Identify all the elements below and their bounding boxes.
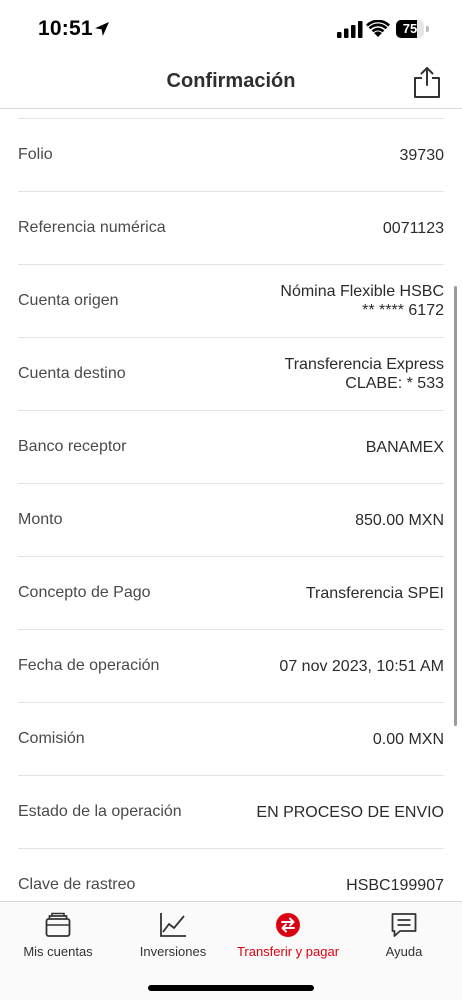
- status-bar: 10:51 75: [0, 0, 462, 58]
- detail-row: Concepto de Pago Transferencia SPEI: [18, 557, 444, 630]
- detail-label: Referencia numérica: [18, 219, 166, 236]
- chart-line-icon: [160, 913, 186, 937]
- detail-label: Folio: [18, 146, 53, 163]
- detail-label: Fecha de operación: [18, 657, 160, 674]
- detail-label: Banco receptor: [18, 438, 127, 455]
- detail-value: Transferencia Express CLABE: * 533: [285, 338, 444, 410]
- detail-value-line: 0.00 MXN: [372, 730, 444, 748]
- detail-list: Folio 39730 Referencia numérica 0071123 Cuen…: [0, 119, 462, 901]
- detail-label: Estado de la operación: [18, 803, 182, 820]
- detail-value-line: 0071123: [382, 219, 444, 237]
- confirmation-details: Folio 39730 Referencia numérica 0071123 Cuen…: [0, 109, 462, 901]
- detail-value-line: ** **** 6172: [362, 302, 444, 319]
- battery-level: 75: [402, 21, 418, 36]
- detail-value-line: EN PROCESO DE ENVIO: [256, 803, 444, 821]
- detail-value-line: 07 nov 2023, 10:51 AM: [279, 657, 444, 675]
- detail-value: 07 nov 2023, 10:51 AM: [279, 630, 444, 702]
- detail-value-line: Transferencia SPEI: [305, 584, 444, 602]
- cellular-signal-icon: [337, 21, 363, 38]
- detail-row: Fecha de operación 07 nov 2023, 10:51 AM: [18, 630, 444, 703]
- detail-value-line: Nómina Flexible HSBC: [280, 283, 444, 300]
- scrollbar[interactable]: [454, 286, 457, 726]
- detail-value: 0071123: [383, 192, 444, 264]
- detail-label: Cuenta origen: [18, 292, 119, 309]
- tab-label-mis-cuentas: Mis cuentas: [23, 944, 93, 959]
- detail-row: Referencia numérica 0071123: [18, 192, 444, 265]
- detail-row: Monto 850.00 MXN: [18, 484, 444, 557]
- detail-value: BANAMEX: [366, 411, 444, 483]
- tab-transferir-y-pagar[interactable]: Transferir y pagar: [230, 902, 346, 972]
- transfer-icon: [276, 913, 300, 937]
- tab-label-transferir-y-pagar: Transferir y pagar: [236, 944, 340, 959]
- page-title: Confirmación: [166, 70, 296, 92]
- detail-value-line: HSBC199907: [346, 876, 444, 894]
- header: Confirmación: [0, 58, 462, 109]
- chat-icon: [391, 913, 417, 937]
- detail-row: Cuenta destino Transferencia Express CLABE…: [18, 338, 444, 411]
- tab-label-inversiones: Inversiones: [139, 944, 207, 959]
- home-indicator[interactable]: [148, 985, 314, 991]
- tab-ayuda[interactable]: Ayuda: [346, 902, 462, 972]
- detail-value-line: CLABE: * 533: [345, 375, 444, 392]
- detail-label: Monto: [18, 511, 63, 528]
- detail-label: Clave de rastreo: [18, 876, 136, 893]
- detail-value: 0.00 MXN: [373, 703, 444, 775]
- detail-row: Clave de rastreo HSBC199907: [18, 849, 444, 901]
- detail-value-line: Transferencia Express: [284, 356, 444, 373]
- detail-row: Banco receptor BANAMEX: [18, 411, 444, 484]
- detail-row: Cuenta origen Nómina Flexible HSBC ** ****…: [18, 265, 444, 338]
- status-time: 10:51: [38, 17, 93, 40]
- detail-label: Cuenta destino: [18, 365, 126, 382]
- detail-value-line: BANAMEX: [365, 438, 444, 456]
- detail-row: Estado de la operación EN PROCESO DE ENVI…: [18, 776, 444, 849]
- location-arrow-icon: [95, 22, 109, 36]
- wallet-icon: [45, 912, 71, 937]
- detail-value-line: 850.00 MXN: [355, 511, 444, 529]
- tab-inversiones[interactable]: Inversiones: [116, 902, 230, 972]
- detail-row: Comisión 0.00 MXN: [18, 703, 444, 776]
- detail-value: EN PROCESO DE ENVIO: [256, 776, 444, 848]
- detail-value: Transferencia SPEI: [306, 557, 444, 629]
- detail-value: HSBC199907: [346, 849, 444, 901]
- battery-indicator: 75: [396, 20, 430, 38]
- tab-mis-cuentas[interactable]: Mis cuentas: [0, 902, 116, 972]
- share-icon[interactable]: [412, 65, 442, 99]
- detail-value: 39730: [400, 119, 445, 191]
- detail-row: Folio 39730: [18, 119, 444, 192]
- detail-label: Comisión: [18, 730, 85, 747]
- wifi-icon: [366, 20, 390, 37]
- detail-value-line: 39730: [399, 146, 445, 164]
- detail-value: Nómina Flexible HSBC ** **** 6172: [280, 265, 444, 337]
- tab-label-ayuda: Ayuda: [385, 944, 423, 959]
- detail-value: 850.00 MXN: [355, 484, 444, 556]
- screen: 10:51 75 Confirmación Folio 39730 Refere…: [0, 0, 462, 1000]
- detail-label: Concepto de Pago: [18, 584, 151, 601]
